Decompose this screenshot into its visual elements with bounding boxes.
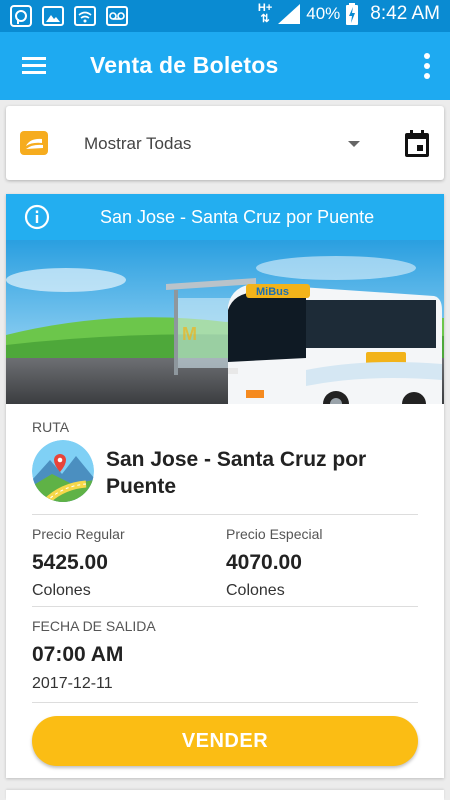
menu-icon[interactable] [20,52,50,80]
regular-price-label: Precio Regular [32,526,125,542]
route-map-avatar [32,440,94,502]
next-route-card [6,790,444,800]
special-price-value: 4070.00 [226,551,302,574]
caret-down-icon [348,141,360,147]
sell-button[interactable]: VENDER [32,716,418,766]
system-indicators: H+ ⇅ 40% 8:42 AM [258,3,440,25]
divider [32,702,418,703]
regular-price-value: 5425.00 [32,551,108,574]
network-type: H+ ⇅ [257,2,273,25]
route-label: RUTA [32,419,70,435]
divider [32,606,418,607]
bus-company-logo-icon [20,131,48,155]
status-bar: H+ ⇅ 40% 8:42 AM [0,0,450,32]
regular-price-currency: Colones [32,582,91,599]
divider [32,514,418,515]
battery-charging-icon [346,3,359,25]
regular-price-block: Precio Regular 5425.00 Colones [32,526,125,600]
app-notification-icon [10,5,32,27]
image-notification-icon [42,6,64,26]
filter-card: Mostrar Todas [6,106,444,180]
departure-block: FECHA DE SALIDA 07:00 AM 2017-12-11 [32,618,156,693]
page-title: Venta de Boletos [90,52,279,78]
route-name: San Jose - Santa Cruz por Puente [106,448,367,498]
notification-icons [10,5,128,27]
svg-text:M: M [182,324,197,344]
calendar-icon[interactable] [404,130,430,158]
departure-date: 2017-12-11 [32,675,113,692]
voicemail-notification-icon [106,6,128,26]
special-price-block: Precio Especial 4070.00 Colones [226,526,323,600]
filter-selected-value: Mostrar Todas [84,134,192,153]
route-filter-dropdown[interactable]: Mostrar Todas [84,124,368,164]
signal-icon [278,4,301,24]
clock: 8:42 AM [370,3,440,24]
departure-label: FECHA DE SALIDA [32,618,156,634]
battery-percent: 40% [306,4,341,23]
route-row: San Jose - Santa Cruz por Puente [32,440,418,510]
route-card: San Jose - Santa Cruz por Puente M MiBus… [6,194,444,778]
info-icon[interactable] [24,204,50,230]
wifi-notification-icon [74,6,96,26]
bus-banner-image: M MiBus [6,240,444,404]
special-price-currency: Colones [226,582,285,599]
special-price-label: Precio Especial [226,526,323,542]
more-vert-icon[interactable] [420,50,434,82]
route-card-header: San Jose - Santa Cruz por Puente [6,194,444,240]
route-header-title: San Jose - Santa Cruz por Puente [100,207,375,227]
svg-text:MiBus: MiBus [256,286,289,298]
app-bar: Venta de Boletos [0,32,450,100]
departure-time: 07:00 AM [32,643,124,666]
